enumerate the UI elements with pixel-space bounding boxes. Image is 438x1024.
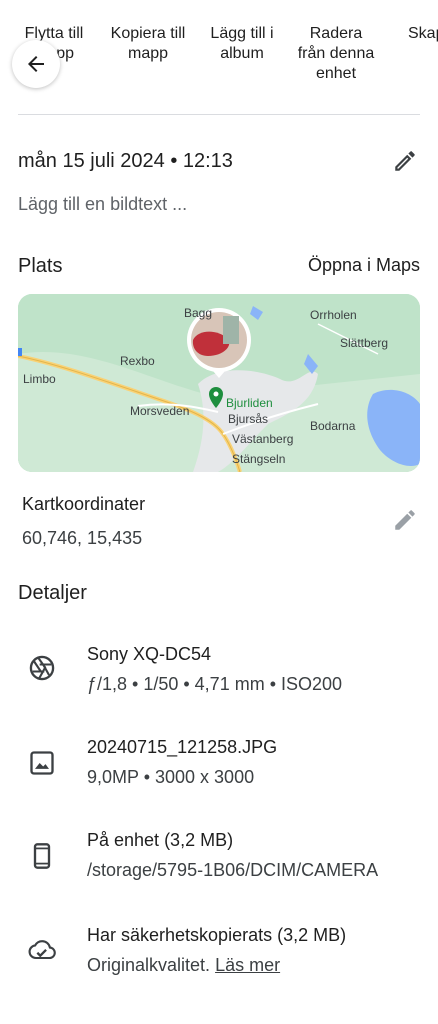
action-bar: Flytta till mapp Kopiera till mapp Lägg … [0,0,438,100]
date-time: mån 15 juli 2024 • 12:13 [18,150,233,172]
map-label-poi: Bjurliden [226,396,273,410]
action-label: från denna [297,45,375,62]
date-row: mån 15 juli 2024 • 12:13 [18,148,420,176]
map-label: Bagg [184,306,213,320]
add-to-album-button[interactable]: Lägg till i album [192,24,292,64]
camera-settings: ƒ/1,8 • 1/50 • 4,71 mm • ISO200 [87,674,343,694]
action-label: Skap [408,25,438,42]
image-icon [30,751,54,775]
phone-icon [33,843,51,869]
map-label: Bodarna [310,419,356,433]
map-label: Slättberg [340,336,389,350]
pencil-icon[interactable] [392,148,418,174]
cloud-done-icon [28,940,56,960]
backup-detail: Har säkerhetskopierats (3,2 MB) Original… [0,925,438,985]
map-label: Bjursås [228,412,269,426]
action-label: enhet [315,65,357,82]
divider [18,114,420,115]
action-label: album [220,45,264,62]
location-map[interactable]: Bagg Orrholen Slättberg Rexbo Limbo Bjur… [18,294,420,472]
action-label: mapp [127,45,169,62]
device-detail: På enhet (3,2 MB) /storage/5795-1B06/DCI… [0,830,438,890]
file-detail: 20240715_121258.JPG 9,0MP • 3000 x 3000 [0,737,438,797]
camera-model: Sony XQ-DC54 [87,644,212,664]
pencil-icon[interactable] [392,507,418,533]
map-label: Rexbo [120,354,155,368]
file-resolution: 9,0MP • 3000 x 3000 [87,767,255,787]
create-button[interactable]: Skap [386,24,438,44]
camera-detail: Sony XQ-DC54 ƒ/1,8 • 1/50 • 4,71 mm • IS… [0,644,438,704]
storage-path: /storage/5795-1B06/DCIM/CAMERA [87,860,379,880]
action-label: Lägg till i [210,25,274,42]
device-storage: På enhet (3,2 MB) [87,830,234,850]
coordinates-value: 60,746, 15,435 [22,528,143,548]
arrow-back-icon [28,56,44,72]
location-title: Plats [18,255,63,277]
open-in-maps-link[interactable]: Öppna i Maps [308,255,420,276]
caption-input[interactable]: Lägg till en bildtext ... [18,194,187,215]
map-label: Stängseln [232,452,286,466]
action-label: Flytta till [24,25,84,42]
details-title: Detaljer [18,582,87,604]
backup-quality: Originalkvalitet. Läs mer [87,955,280,976]
coordinates-title: Kartkoordinater [22,494,146,514]
map-label: Västanberg [232,432,294,446]
backup-status: Har säkerhetskopierats (3,2 MB) [87,925,347,945]
back-button[interactable] [12,40,60,88]
aperture-icon [29,655,55,681]
learn-more-link[interactable]: Läs mer [215,955,280,975]
file-name: 20240715_121258.JPG [87,737,278,757]
delete-from-device-button[interactable]: Radera från denna enhet [286,24,386,84]
map-label: Limbo [23,372,56,386]
map-label: Morsveden [130,404,190,418]
copy-to-folder-button[interactable]: Kopiera till mapp [98,24,198,64]
quality-label: Originalkvalitet. [87,955,211,975]
action-label: Radera [309,25,363,42]
map-graphic [18,294,420,472]
action-label: Kopiera till [110,25,186,42]
map-label: Orrholen [310,308,357,322]
